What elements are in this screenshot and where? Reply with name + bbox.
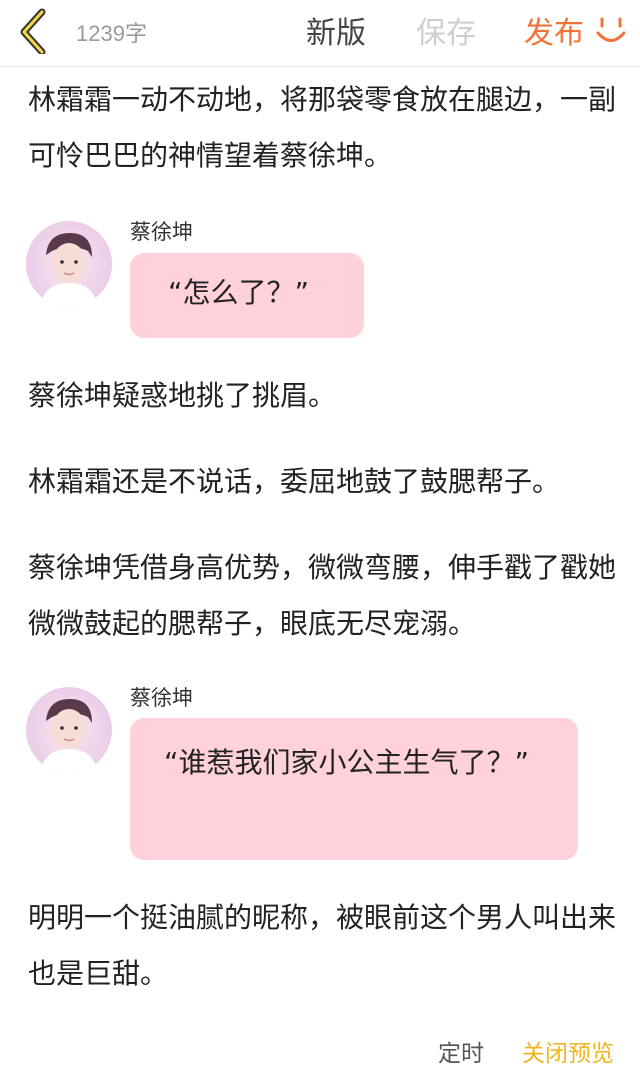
speaker-name: 蔡徐坤 [130, 220, 193, 244]
paragraph-4: 蔡徐坤凭借身高优势，微微弯腰，伸手戳了戳她微微鼓起的腮帮子，眼底无尽宠溺。 [28, 551, 617, 640]
chat-bubble: “谁惹我们家小公主生气了？” [130, 718, 578, 860]
bottom-bar: 定时 关闭预览 [0, 1016, 640, 1084]
top-bar: 1239字 新版 保存 发布 [0, 0, 640, 67]
avatar [26, 687, 112, 773]
back-button[interactable] [14, 6, 54, 56]
avatar-image [26, 221, 112, 307]
paragraph-2: 蔡徐坤疑惑地挑了挑眉。 [28, 379, 337, 412]
word-count: 1239字 [76, 21, 147, 46]
speaker-name: 蔡徐坤 [130, 686, 193, 710]
avatar-image [26, 687, 112, 773]
chevron-left-icon [20, 8, 46, 56]
paragraph-1: 林霜霜一动不动地，将那袋零食放在腿边，一副可怜巴巴的神情望着蔡徐坤。 [28, 83, 617, 172]
avatar [26, 221, 112, 307]
save-button[interactable]: 保存 [416, 8, 476, 52]
paragraph-3: 林霜霜还是不说话，委屈地鼓了鼓腮帮子。 [28, 465, 561, 498]
paragraph-5: 明明一个挺油腻的昵称，被眼前这个男人叫出来也是巨甜。 [28, 901, 617, 990]
publish-button[interactable]: 发布 [524, 8, 584, 52]
chat-bubble-text: “谁惹我们家小公主生气了？” [164, 746, 530, 779]
timer-button[interactable]: 定时 [438, 1034, 484, 1068]
chat-bubble-text: “怎么了？” [168, 276, 310, 309]
smile-icon[interactable] [594, 14, 628, 48]
chat-bubble: “怎么了？” [130, 253, 364, 338]
new-version-button[interactable]: 新版 [306, 8, 366, 52]
close-preview-button[interactable]: 关闭预览 [522, 1034, 614, 1068]
